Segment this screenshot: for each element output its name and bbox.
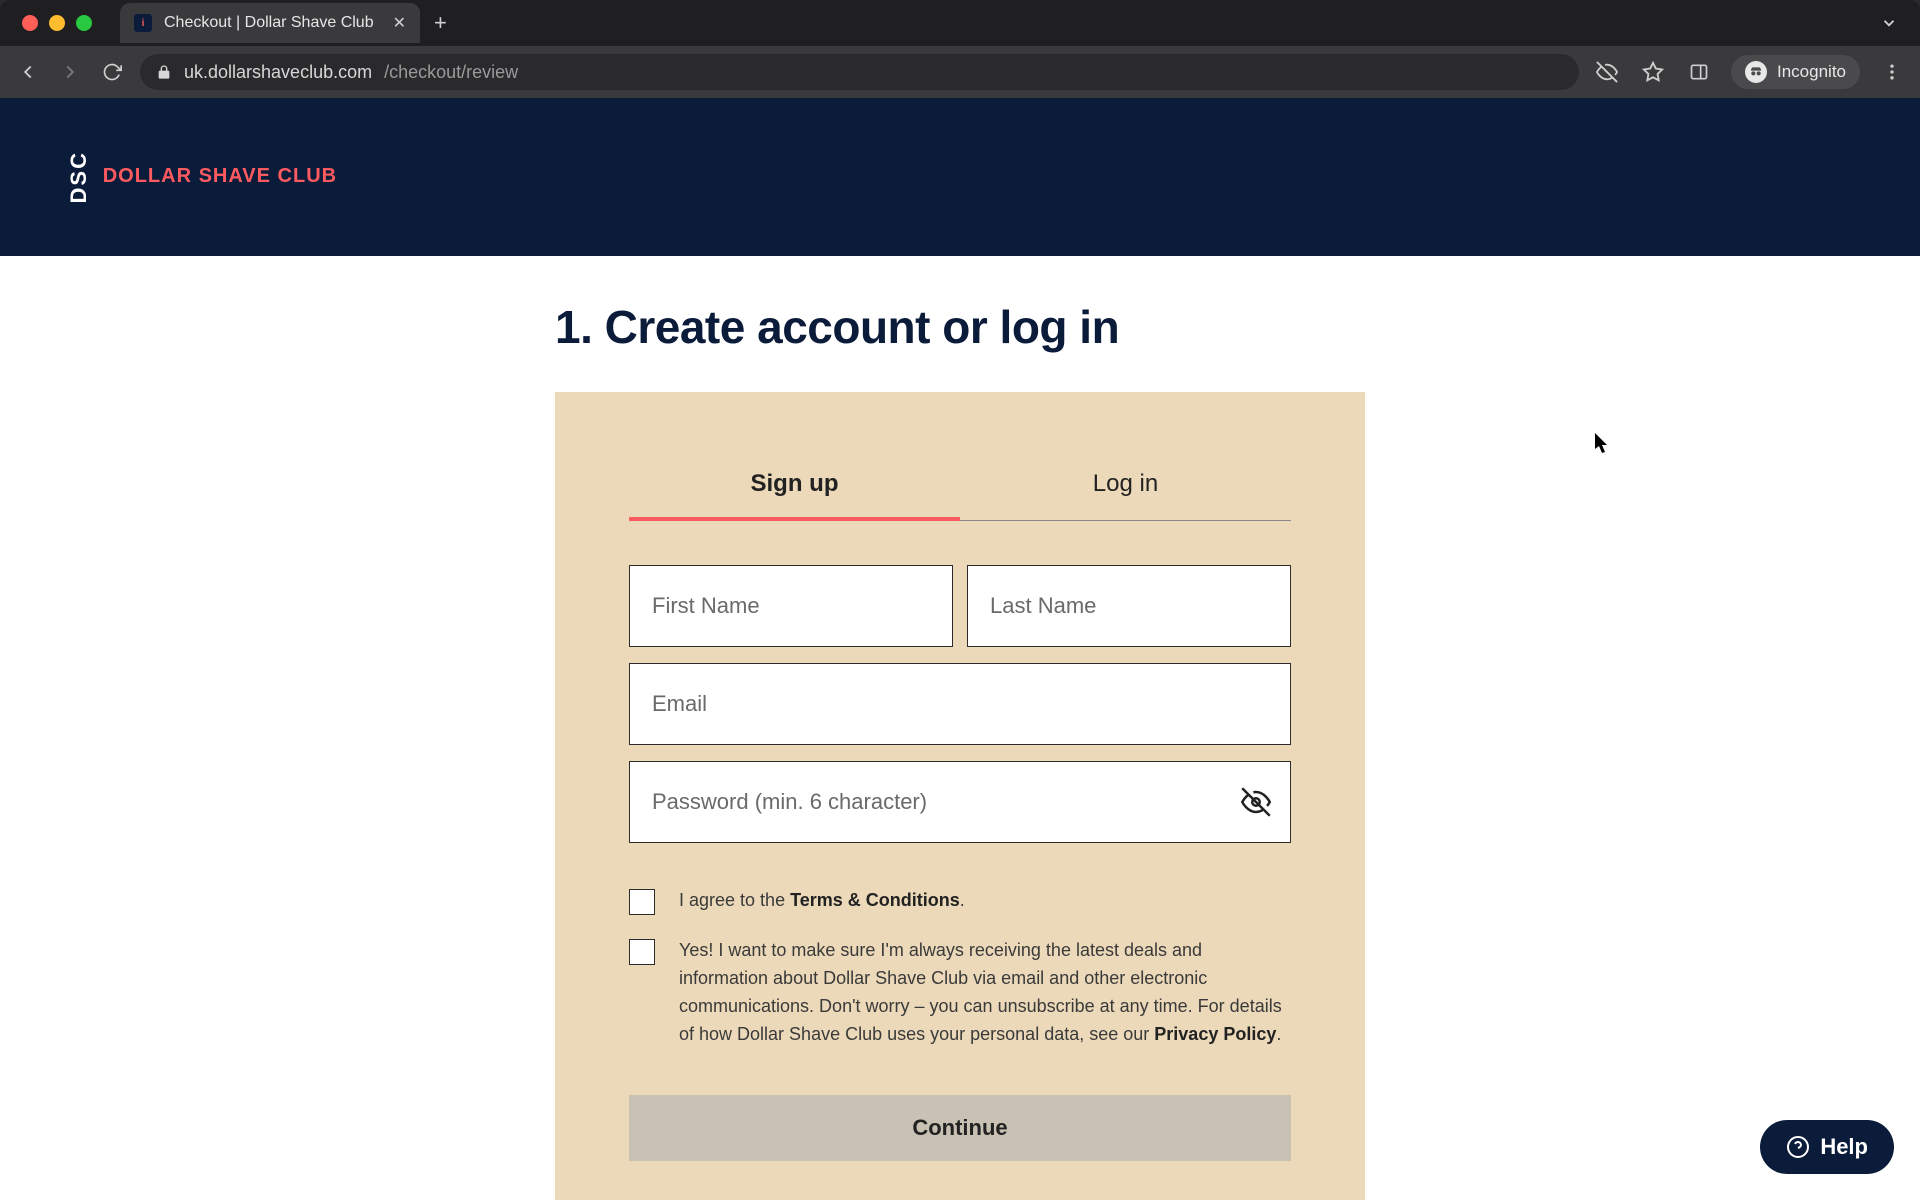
close-tab-button[interactable]: ✕ — [393, 13, 406, 33]
eye-off-icon[interactable] — [1593, 58, 1621, 86]
toolbar: uk.dollarshaveclub.com/checkout/review I… — [0, 46, 1920, 98]
toolbar-right: Incognito — [1593, 55, 1906, 89]
main: 1. Create account or log in Sign up Log … — [0, 256, 1920, 1200]
tab-title: Checkout | Dollar Shave Club — [164, 14, 374, 32]
reload-button[interactable] — [98, 58, 126, 86]
terms-link[interactable]: Terms & Conditions — [790, 890, 960, 910]
password-input[interactable] — [629, 761, 1291, 843]
terms-row: I agree to the Terms & Conditions. — [629, 887, 1291, 915]
browser-tab[interactable]: i Checkout | Dollar Shave Club ✕ — [120, 3, 420, 43]
close-window-button[interactable] — [22, 15, 38, 31]
incognito-icon — [1745, 61, 1767, 83]
page-content: DSC DOLLAR SHAVE CLUB 1. Create account … — [0, 98, 1920, 1200]
favicon-icon: i — [134, 14, 152, 32]
minimize-window-button[interactable] — [49, 15, 65, 31]
help-icon — [1786, 1135, 1810, 1159]
logo-text: DOLLAR SHAVE CLUB — [103, 165, 337, 188]
signup-form: I agree to the Terms & Conditions. Yes! … — [629, 565, 1291, 1161]
marketing-suffix: . — [1276, 1024, 1281, 1044]
titlebar: i Checkout | Dollar Shave Club ✕ + — [0, 0, 1920, 46]
tab-login[interactable]: Log in — [960, 452, 1291, 520]
kebab-menu-button[interactable] — [1878, 58, 1906, 86]
terms-suffix: . — [960, 890, 965, 910]
bookmark-star-button[interactable] — [1639, 58, 1667, 86]
incognito-chip[interactable]: Incognito — [1731, 55, 1860, 89]
new-tab-button[interactable]: + — [434, 10, 447, 36]
url-path: /checkout/review — [384, 62, 518, 83]
forward-button[interactable] — [56, 58, 84, 86]
help-button[interactable]: Help — [1760, 1120, 1894, 1174]
browser-chrome: i Checkout | Dollar Shave Club ✕ + uk.do… — [0, 0, 1920, 98]
password-visibility-toggle[interactable] — [1241, 787, 1271, 817]
incognito-label: Incognito — [1777, 62, 1846, 82]
url-host: uk.dollarshaveclub.com — [184, 62, 372, 83]
terms-prefix: I agree to the — [679, 890, 790, 910]
logo-mark: DSC — [70, 151, 89, 203]
tabs-overflow-button[interactable] — [1880, 14, 1898, 32]
continue-label: Continue — [912, 1115, 1007, 1140]
fullscreen-window-button[interactable] — [76, 15, 92, 31]
marketing-label: Yes! I want to make sure I'm always rece… — [679, 937, 1291, 1049]
privacy-link[interactable]: Privacy Policy — [1154, 1024, 1276, 1044]
email-input[interactable] — [629, 663, 1291, 745]
first-name-input[interactable] — [629, 565, 953, 647]
auth-card: Sign up Log in — [555, 392, 1365, 1200]
auth-tabs: Sign up Log in — [629, 452, 1291, 521]
terms-label: I agree to the Terms & Conditions. — [679, 887, 965, 915]
tab-login-label: Log in — [1093, 470, 1158, 497]
tab-signup-label: Sign up — [751, 470, 839, 497]
last-name-input[interactable] — [967, 565, 1291, 647]
back-button[interactable] — [14, 58, 42, 86]
tab-signup[interactable]: Sign up — [629, 452, 960, 520]
continue-button[interactable]: Continue — [629, 1095, 1291, 1161]
terms-checkbox[interactable] — [629, 889, 655, 915]
brand-logo[interactable]: DSC DOLLAR SHAVE CLUB — [70, 151, 337, 203]
marketing-checkbox[interactable] — [629, 939, 655, 965]
step-title: 1. Create account or log in — [555, 300, 1365, 354]
help-label: Help — [1820, 1134, 1868, 1160]
panel-icon[interactable] — [1685, 58, 1713, 86]
marketing-row: Yes! I want to make sure I'm always rece… — [629, 937, 1291, 1049]
lock-icon — [156, 64, 172, 80]
address-bar[interactable]: uk.dollarshaveclub.com/checkout/review — [140, 54, 1579, 90]
window-controls — [0, 15, 92, 31]
eye-off-icon — [1241, 787, 1271, 817]
site-header: DSC DOLLAR SHAVE CLUB — [0, 98, 1920, 256]
